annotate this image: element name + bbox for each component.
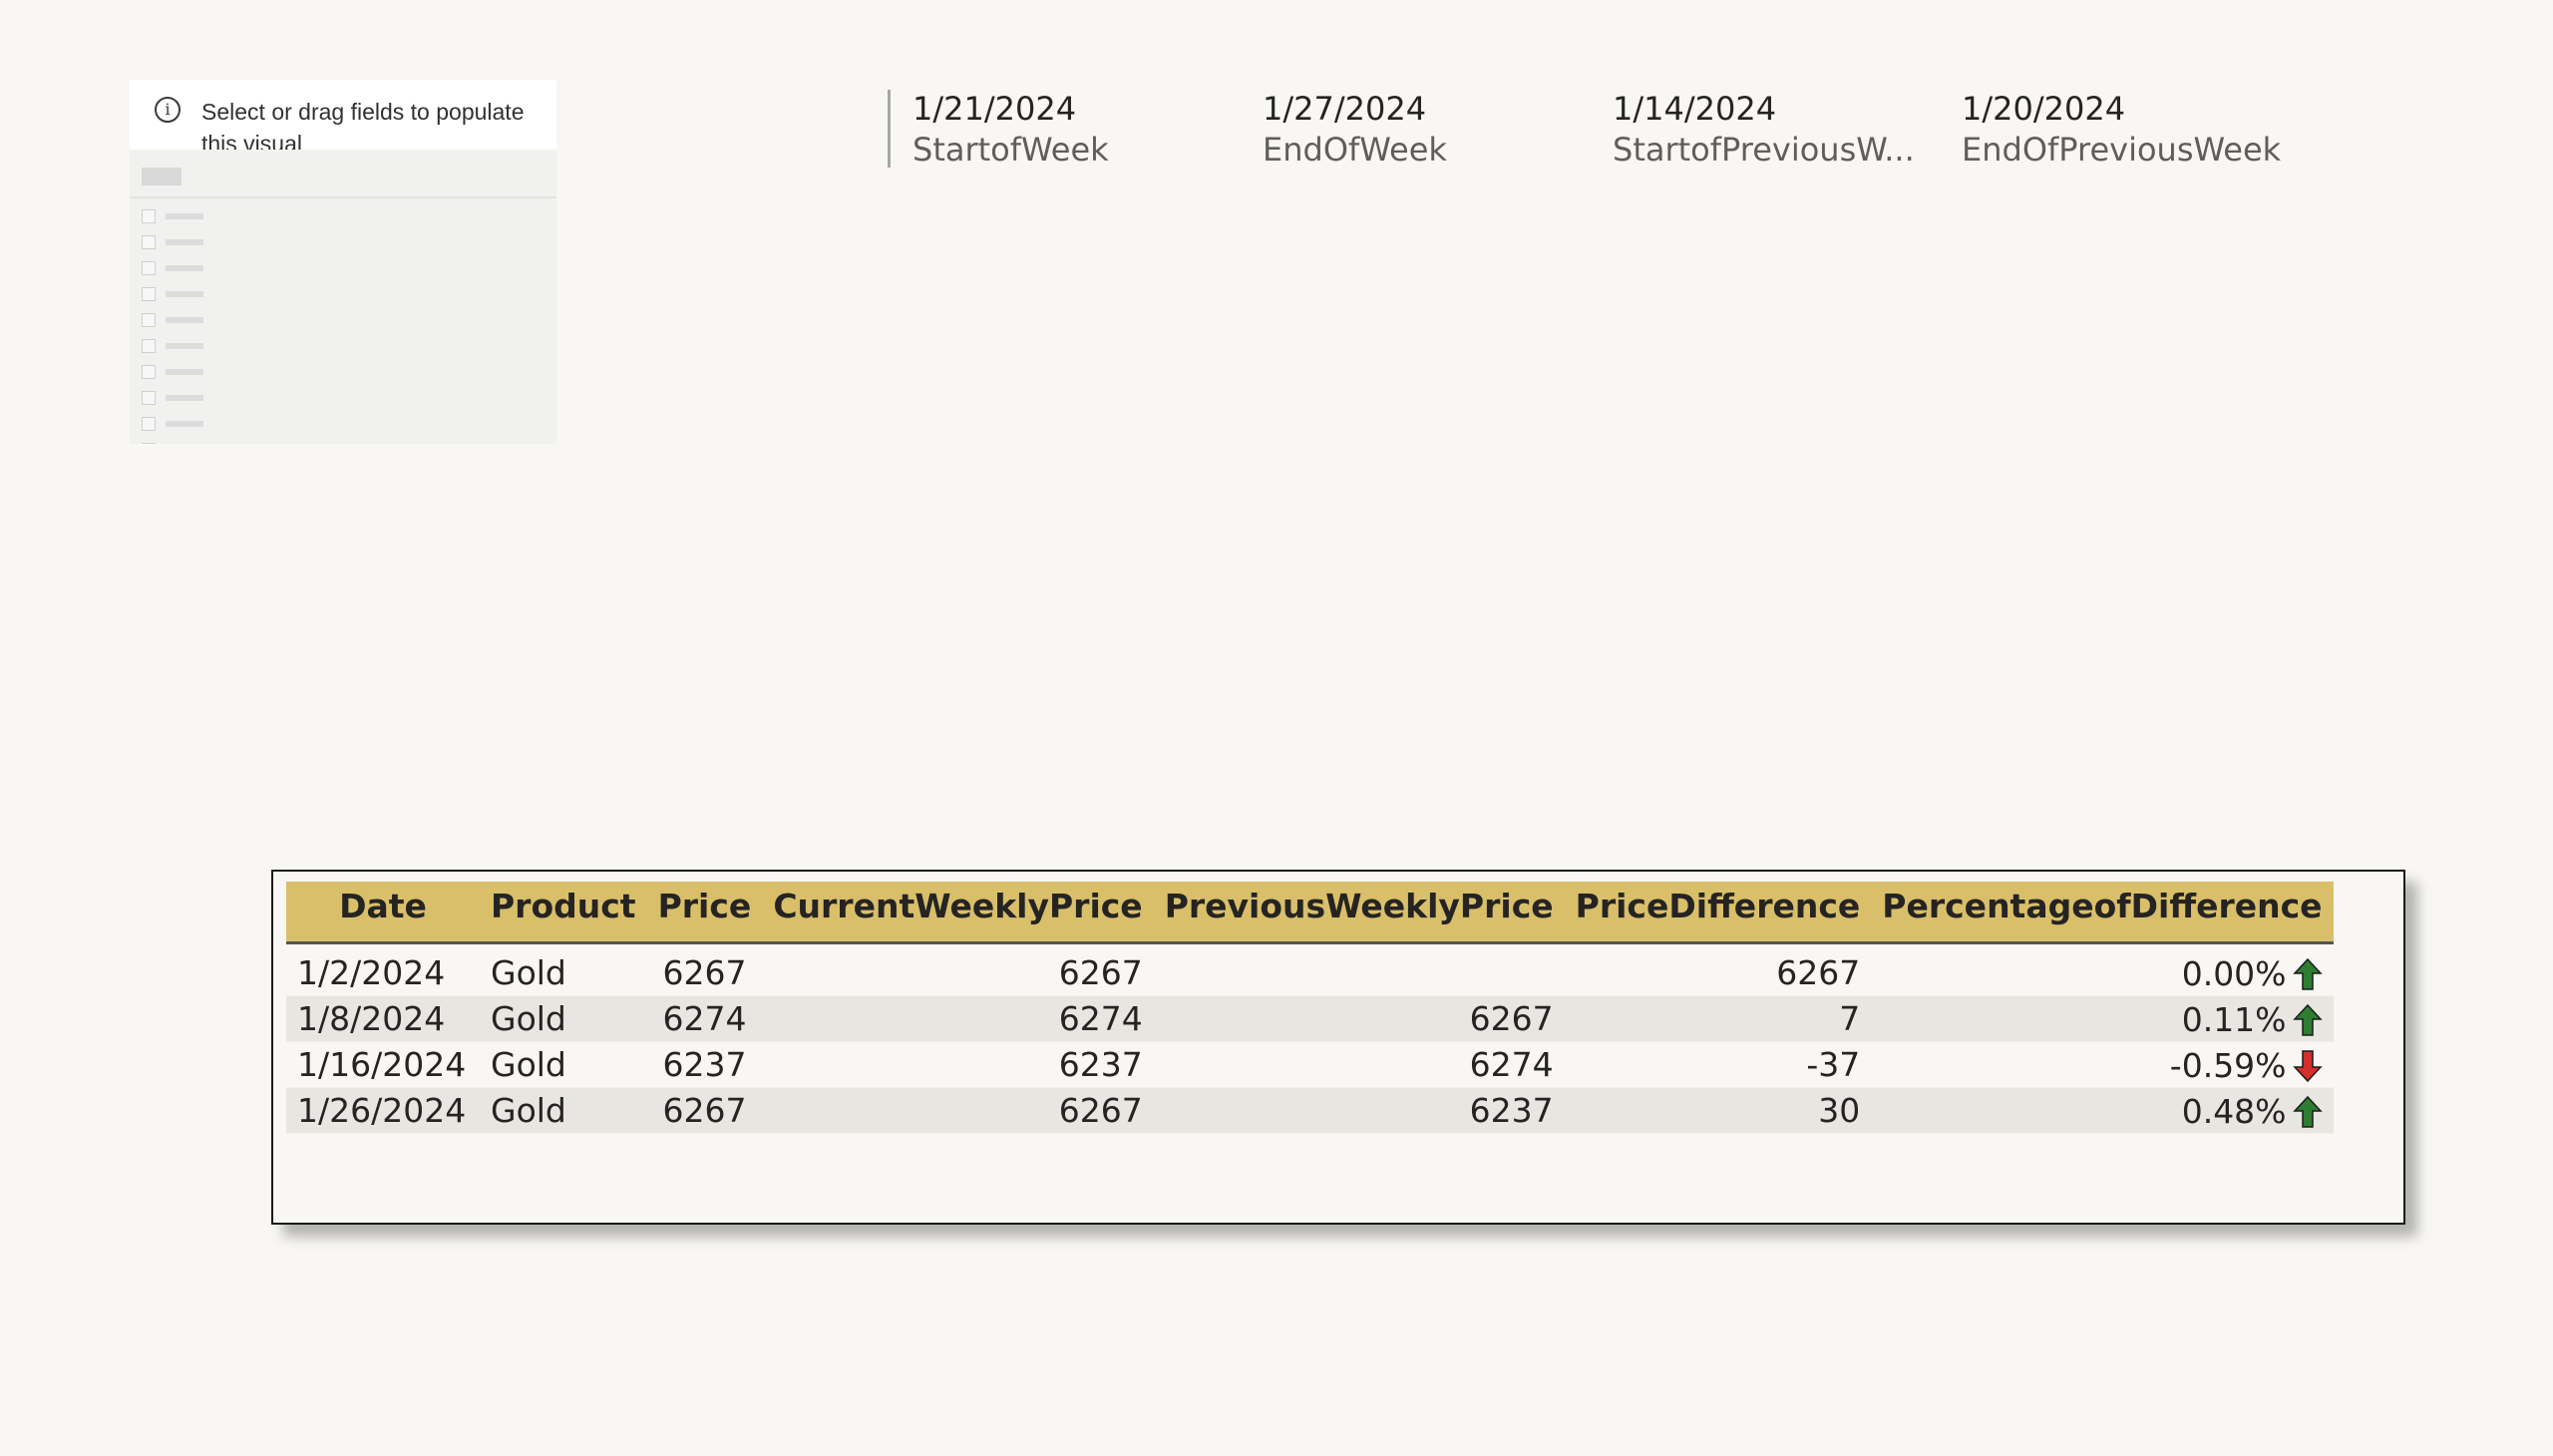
card-start-of-previous-week[interactable]: 1/14/2024 StartofPreviousW...	[1613, 88, 1952, 170]
trend-down-arrow-shape	[2292, 1049, 2323, 1082]
cell-previous-weekly-price: 6237	[1153, 1087, 1565, 1134]
column-header-previous-weekly-price[interactable]: PreviousWeeklyPrice	[1153, 882, 1565, 944]
checkbox-icon	[142, 209, 156, 223]
slicer-row-bar	[166, 395, 203, 401]
checkbox-icon	[142, 443, 156, 444]
cell-percentage-of-difference: -0.59%	[1871, 1041, 2334, 1088]
slicer-row-bar	[166, 343, 203, 349]
cell-product: Gold	[480, 1087, 647, 1134]
column-header-product[interactable]: Product	[480, 882, 647, 944]
slicer-row-bar	[166, 239, 203, 245]
cell-previous-weekly-price: 6267	[1153, 995, 1565, 1042]
trend-up-arrow-shape	[2292, 957, 2323, 990]
card-value: 1/27/2024	[1263, 90, 1427, 128]
cell-price-difference: 7	[1564, 995, 1872, 1042]
checkbox-icon	[142, 235, 156, 249]
column-header-price-difference[interactable]: PriceDifference	[1564, 882, 1872, 944]
cell-percentage-of-difference: 0.00%	[1871, 942, 2334, 996]
card-label: EndOfPreviousWeek	[1962, 131, 2282, 169]
cell-price-difference: -37	[1564, 1041, 1872, 1088]
slicer-row-bar	[166, 265, 203, 271]
slicer-row-bar	[166, 421, 203, 427]
card-end-of-week[interactable]: 1/27/2024 EndOfWeek	[1263, 88, 1602, 170]
cell-current-weekly-price: 6274	[762, 995, 1154, 1042]
info-icon: i	[155, 97, 181, 123]
trend-down-arrow-icon	[2292, 1049, 2323, 1082]
trend-up-arrow-shape	[2292, 1003, 2323, 1036]
card-value: 1/21/2024	[912, 90, 1077, 128]
checkbox-icon	[142, 365, 156, 379]
slicer-header-skeleton	[142, 168, 182, 185]
card-start-of-week[interactable]: 1/21/2024 StartofWeek	[912, 88, 1252, 170]
column-header-date[interactable]: Date	[286, 882, 480, 944]
price-table: Date Product Price CurrentWeeklyPrice Pr…	[286, 882, 2334, 1134]
table-header-row: Date Product Price CurrentWeeklyPrice Pr…	[286, 882, 2334, 944]
cell-current-weekly-price: 6267	[762, 1087, 1154, 1134]
card-value: 1/14/2024	[1613, 90, 1777, 128]
checkbox-icon	[142, 391, 156, 405]
slicer-message-text: Select or drag fields to populate this v…	[201, 99, 525, 150]
percentage-value: -0.59%	[2169, 1046, 2287, 1085]
card-label: StartofPreviousW...	[1613, 131, 1915, 169]
cell-product: Gold	[480, 942, 647, 996]
card-label: EndOfWeek	[1263, 131, 1447, 169]
slicer-divider	[130, 196, 556, 198]
slicer-row-bar	[166, 213, 203, 219]
slicer-row-bar	[166, 317, 203, 323]
trend-up-arrow-icon	[2292, 1003, 2323, 1036]
table-row[interactable]: 1/2/2024 Gold 6267 6267 6267 0.00%	[286, 942, 2334, 996]
slicer-list-skeleton	[130, 150, 556, 444]
trend-up-arrow-icon	[2292, 957, 2323, 990]
table-row[interactable]: 1/26/2024 Gold 6267 6267 6237 30 0.48%	[286, 1087, 2334, 1134]
cell-date: 1/16/2024	[286, 1041, 480, 1088]
cell-current-weekly-price: 6267	[762, 942, 1154, 996]
checkbox-icon	[142, 313, 156, 327]
slicer-row-bar	[166, 369, 203, 375]
cell-price-difference: 30	[1564, 1087, 1872, 1134]
percentage-value: 0.00%	[2181, 954, 2287, 993]
cell-date: 1/8/2024	[286, 995, 480, 1042]
price-table-visual[interactable]: Date Product Price CurrentWeeklyPrice Pr…	[271, 870, 2405, 1225]
cell-price: 6267	[646, 942, 763, 996]
slicer-row-bar	[166, 291, 203, 297]
cell-previous-weekly-price	[1153, 942, 1565, 996]
percentage-value: 0.48%	[2181, 1092, 2287, 1131]
cell-price: 6274	[646, 995, 763, 1042]
cell-price-difference: 6267	[1564, 942, 1872, 996]
cell-percentage-of-difference: 0.48%	[1871, 1087, 2334, 1134]
checkbox-icon	[142, 417, 156, 431]
cell-date: 1/26/2024	[286, 1087, 480, 1134]
trend-up-arrow-icon	[2292, 1095, 2323, 1128]
slicer-message-box: i Select or drag fields to populate this…	[130, 80, 556, 150]
cell-price: 6267	[646, 1087, 763, 1134]
cell-price: 6237	[646, 1041, 763, 1088]
column-header-current-weekly-price[interactable]: CurrentWeeklyPrice	[762, 882, 1154, 944]
cell-current-weekly-price: 6237	[762, 1041, 1154, 1088]
card-divider	[888, 90, 891, 168]
card-label: StartofWeek	[912, 131, 1109, 169]
cell-date: 1/2/2024	[286, 942, 480, 996]
trend-up-arrow-shape	[2292, 1095, 2323, 1128]
table-row[interactable]: 1/16/2024 Gold 6237 6237 6274 -37 -0.59%	[286, 1041, 2334, 1088]
checkbox-icon	[142, 261, 156, 275]
column-header-price[interactable]: Price	[646, 882, 763, 944]
checkbox-icon	[142, 339, 156, 353]
cell-percentage-of-difference: 0.11%	[1871, 995, 2334, 1042]
percentage-value: 0.11%	[2181, 1000, 2287, 1039]
column-header-percentage-of-difference[interactable]: PercentageofDifference	[1871, 882, 2334, 944]
table-row[interactable]: 1/8/2024 Gold 6274 6274 6267 7 0.11%	[286, 995, 2334, 1042]
cell-product: Gold	[480, 995, 647, 1042]
slicer-placeholder[interactable]: i Select or drag fields to populate this…	[130, 80, 556, 444]
card-end-of-previous-week[interactable]: 1/20/2024 EndOfPreviousWeek	[1962, 88, 2301, 170]
checkbox-icon	[142, 287, 156, 301]
cell-product: Gold	[480, 1041, 647, 1088]
cell-previous-weekly-price: 6274	[1153, 1041, 1565, 1088]
card-value: 1/20/2024	[1962, 90, 2126, 128]
